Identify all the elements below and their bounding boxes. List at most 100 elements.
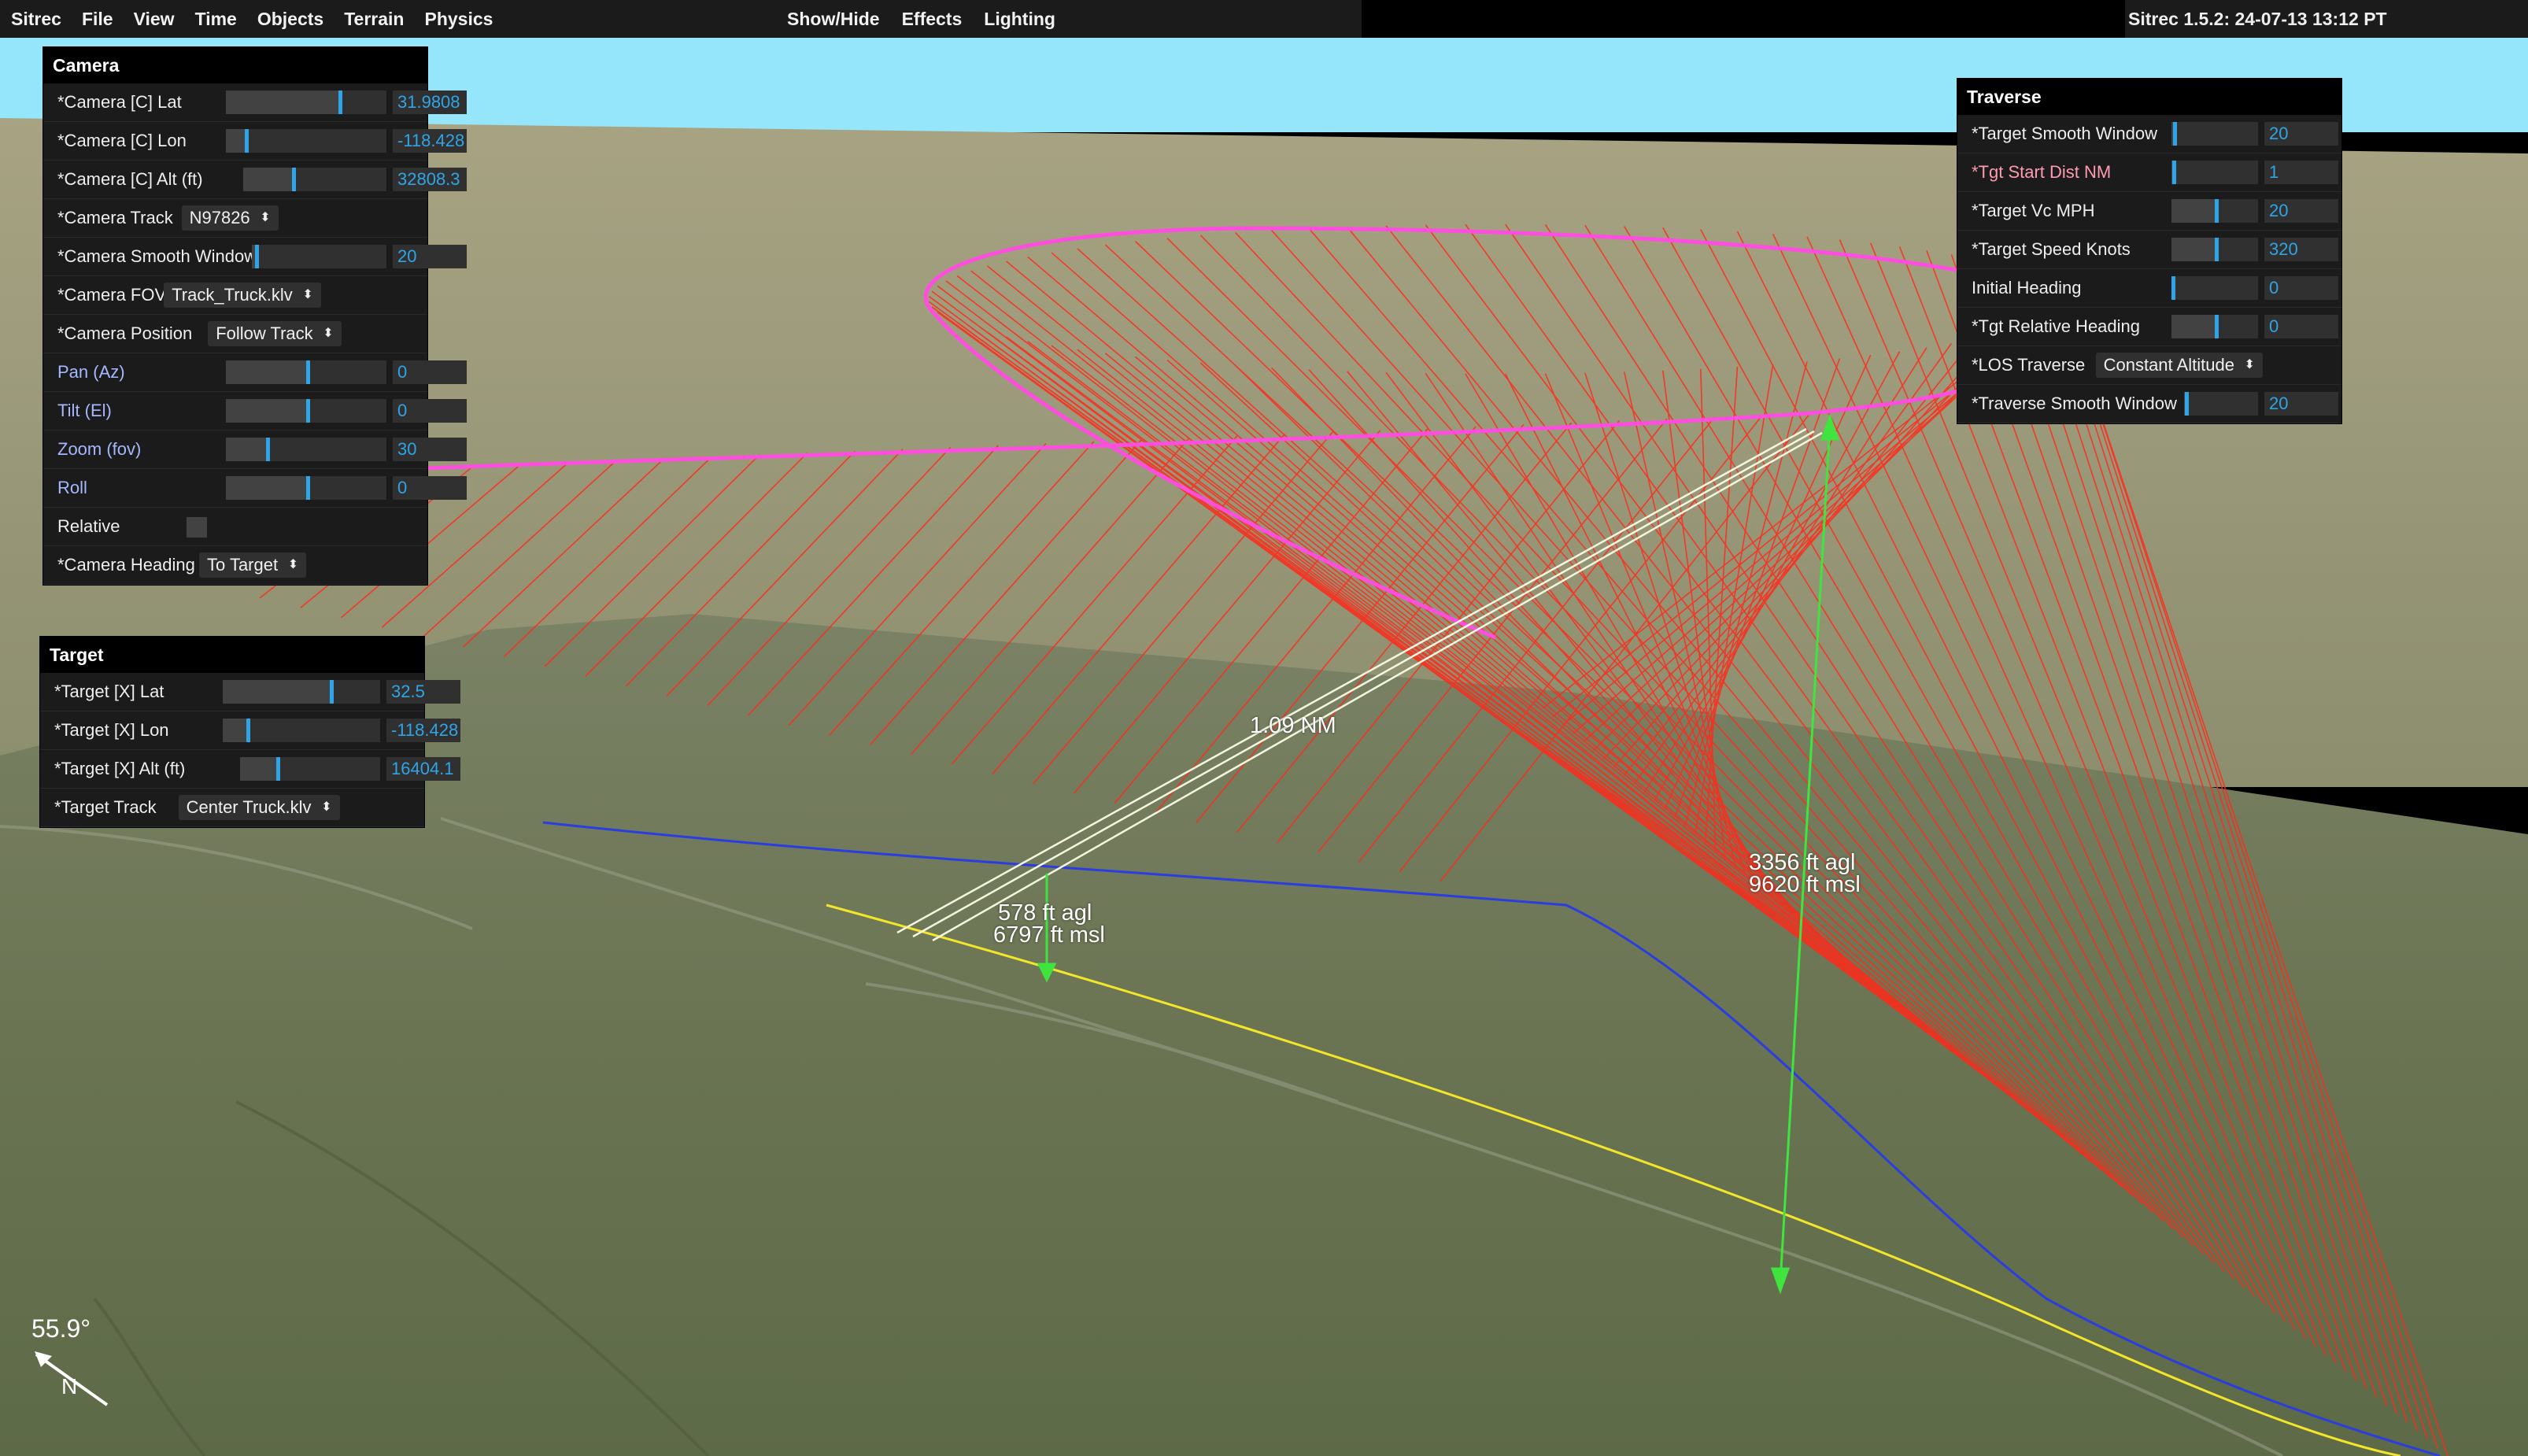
control-row-initial-heading: Initial Heading 0 xyxy=(1957,269,2341,308)
control-label: Pan (Az) xyxy=(57,362,125,382)
control-row-relative: Relative xyxy=(43,508,427,546)
menu-lighting[interactable]: Lighting xyxy=(984,9,1055,30)
slider[interactable] xyxy=(223,680,380,704)
slider[interactable] xyxy=(243,168,386,191)
panel-title[interactable]: Target xyxy=(40,637,424,673)
value-field[interactable]: 31.9808 xyxy=(393,91,467,114)
control-row-camera-c-lat: *Camera [C] Lat 31.9808 xyxy=(43,83,467,122)
slider[interactable] xyxy=(223,719,380,742)
value-field[interactable]: 20 xyxy=(2264,392,2338,416)
dropdown[interactable]: N97826 ⬍ xyxy=(181,205,279,231)
slider-thumb[interactable] xyxy=(330,680,334,704)
slider[interactable] xyxy=(226,129,386,153)
slider[interactable] xyxy=(2171,238,2258,261)
slider[interactable] xyxy=(2171,199,2258,223)
value-field[interactable]: 20 xyxy=(2264,122,2338,146)
slider[interactable] xyxy=(226,360,386,384)
value-field[interactable]: 20 xyxy=(393,245,467,268)
menu-time[interactable]: Time xyxy=(195,9,237,30)
value-field[interactable]: 32808.3 xyxy=(393,168,467,191)
dropdown-value: Constant Altitude xyxy=(2103,355,2234,375)
slider-fill xyxy=(223,680,330,704)
panel-title[interactable]: Traverse xyxy=(1957,79,2341,115)
dropdown[interactable]: Track_Truck.klv ⬍ xyxy=(164,283,321,308)
value-field[interactable]: -118.428 xyxy=(393,129,467,153)
distance-label: 1.09 NM xyxy=(1250,713,1336,738)
dropdown[interactable]: Center Truck.klv ⬍ xyxy=(178,795,340,820)
value-field[interactable]: 0 xyxy=(393,399,467,423)
slider[interactable] xyxy=(2171,161,2258,184)
slider[interactable] xyxy=(2183,392,2258,416)
panel-title[interactable]: Camera xyxy=(43,47,427,83)
slider-thumb[interactable] xyxy=(254,245,259,268)
value-field[interactable]: 0 xyxy=(2264,315,2338,338)
menu-show-hide[interactable]: Show/Hide xyxy=(787,9,880,30)
value-field[interactable]: 32.5 xyxy=(386,680,460,704)
slider-thumb[interactable] xyxy=(246,719,250,742)
value-field[interactable]: 16404.1 xyxy=(386,757,460,781)
control-label: Roll xyxy=(57,478,87,497)
dropdown-value: Follow Track xyxy=(216,323,313,343)
slider-thumb[interactable] xyxy=(306,399,310,423)
control-label: *Camera Smooth Window xyxy=(57,246,257,266)
value-field[interactable]: 30 xyxy=(393,438,467,461)
value-field[interactable]: 0 xyxy=(393,476,467,500)
control-label: *Target Speed Knots xyxy=(1972,239,2131,259)
slider-thumb[interactable] xyxy=(2215,238,2219,261)
menu-view[interactable]: View xyxy=(134,9,175,30)
slider[interactable] xyxy=(226,438,386,461)
control-label: *Camera Heading xyxy=(57,555,195,575)
slider-thumb[interactable] xyxy=(2215,315,2219,338)
version-menu[interactable]: Sitrec 1.5.2: 24-07-13 13:12 PT xyxy=(2125,0,2528,38)
control-row-target-x-lat: *Target [X] Lat 32.5 xyxy=(40,673,460,711)
control-row-camera-position: *Camera Position Follow Track ⬍ xyxy=(43,315,427,353)
slider[interactable] xyxy=(252,245,386,268)
dropdown[interactable]: Follow Track ⬍ xyxy=(208,321,342,346)
slider-thumb[interactable] xyxy=(306,360,310,384)
menu-sitrec[interactable]: Sitrec xyxy=(11,9,61,30)
value-field[interactable]: -118.428 xyxy=(386,719,460,742)
control-label: *Target [X] Lat xyxy=(54,682,164,701)
slider-thumb[interactable] xyxy=(2173,122,2178,146)
value-field[interactable]: 0 xyxy=(2264,276,2338,300)
menu-effects[interactable]: Effects xyxy=(902,9,963,30)
slider[interactable] xyxy=(226,91,386,114)
slider-thumb[interactable] xyxy=(2185,392,2190,416)
slider[interactable] xyxy=(2171,122,2258,146)
dropdown[interactable]: To Target ⬍ xyxy=(199,552,307,578)
dropdown[interactable]: Constant Altitude ⬍ xyxy=(2095,353,2263,378)
value-field[interactable]: 0 xyxy=(393,360,467,384)
menu-terrain[interactable]: Terrain xyxy=(344,9,404,30)
value-field[interactable]: 1 xyxy=(2264,161,2338,184)
value-field[interactable]: 20 xyxy=(2264,199,2338,223)
control-row-target-vc-mph: *Target Vc MPH 20 xyxy=(1957,192,2341,231)
checkbox[interactable] xyxy=(187,517,207,538)
slider[interactable] xyxy=(240,757,380,781)
updown-arrow-icon: ⬍ xyxy=(323,327,334,340)
slider[interactable] xyxy=(226,399,386,423)
slider-thumb[interactable] xyxy=(338,91,342,114)
control-label: Initial Heading xyxy=(1972,278,2082,297)
slider[interactable] xyxy=(226,476,386,500)
slider-thumb[interactable] xyxy=(2215,199,2219,223)
traverse-panel: Traverse *Target Smooth Window 20 *Tgt Star… xyxy=(1957,78,2342,424)
slider-fill xyxy=(226,438,266,461)
slider[interactable] xyxy=(2171,276,2258,300)
slider-thumb[interactable] xyxy=(306,476,310,500)
slider-thumb[interactable] xyxy=(245,129,249,153)
slider-thumb[interactable] xyxy=(2172,161,2177,184)
control-row-camera-c-lon: *Camera [C] Lon -118.428 xyxy=(43,122,467,161)
slider-thumb[interactable] xyxy=(276,757,281,781)
updown-arrow-icon: ⬍ xyxy=(287,558,299,571)
menu-physics[interactable]: Physics xyxy=(425,9,493,30)
menu-file[interactable]: File xyxy=(82,9,113,30)
menu-objects[interactable]: Objects xyxy=(257,9,323,30)
value-field[interactable]: 320 xyxy=(2264,238,2338,261)
slider[interactable] xyxy=(2171,315,2258,338)
slider-thumb[interactable] xyxy=(266,438,270,461)
slider-thumb[interactable] xyxy=(2171,276,2175,300)
slider-fill xyxy=(243,168,292,191)
slider-thumb[interactable] xyxy=(291,168,296,191)
control-label: *Tgt Start Dist NM xyxy=(1972,162,2112,182)
slider-fill xyxy=(2171,199,2215,223)
